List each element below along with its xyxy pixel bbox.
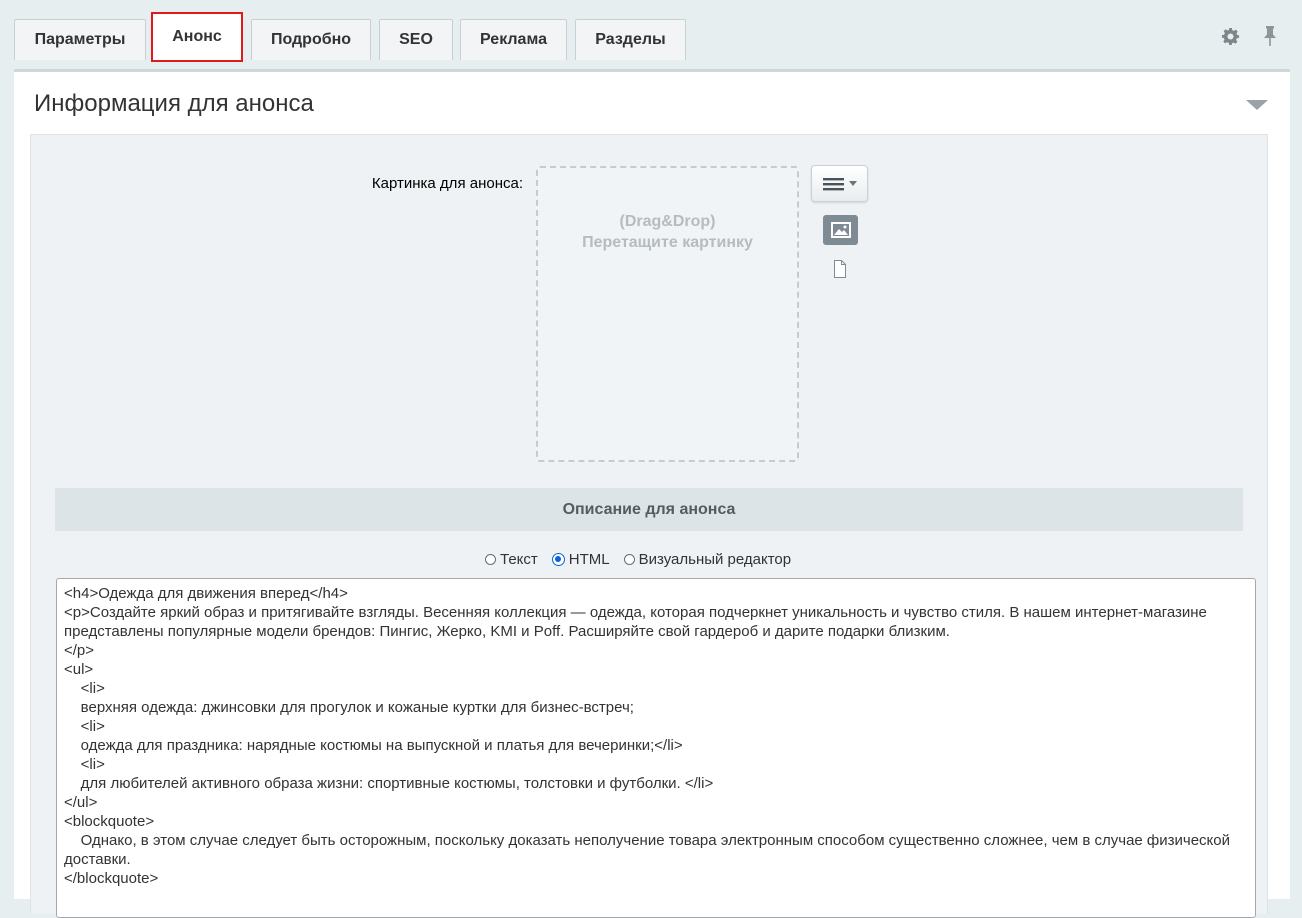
mode-text-radio[interactable] bbox=[485, 554, 496, 565]
hamburger-icon bbox=[822, 177, 844, 190]
tab-advertising[interactable]: Реклама bbox=[460, 19, 567, 60]
mode-text-option[interactable]: Текст bbox=[485, 551, 538, 568]
description-header: Описание для анонса bbox=[55, 488, 1243, 531]
tabs-bar: Параметры Анонс Подробно SEO Реклама Раз… bbox=[0, 0, 1302, 70]
description-html-editor[interactable]: <h4>Одежда для движения вперед</h4> <p>С… bbox=[56, 578, 1256, 918]
mode-visual-label: Визуальный редактор bbox=[638, 551, 792, 568]
description-mode-switch: Текст HTML Визуальный редактор bbox=[485, 551, 805, 568]
mode-html-option[interactable]: HTML bbox=[551, 551, 610, 568]
image-field-label: Картинка для анонса: bbox=[371, 175, 523, 192]
section-title: Информация для анонса bbox=[34, 90, 314, 117]
mode-html-label: HTML bbox=[568, 551, 610, 568]
collapse-arrow-icon[interactable] bbox=[1246, 100, 1268, 110]
dropzone-hint-line2: Перетащите картинку bbox=[582, 234, 753, 251]
tab-sections[interactable]: Разделы bbox=[575, 19, 686, 60]
mode-text-label: Текст bbox=[500, 551, 538, 568]
pin-icon[interactable] bbox=[1260, 24, 1280, 48]
tab-seo[interactable]: SEO bbox=[379, 19, 453, 60]
announcement-panel: Информация для анонса Картинка для анонс… bbox=[14, 69, 1290, 918]
image-menu-button[interactable] bbox=[811, 165, 868, 202]
image-upload-button[interactable] bbox=[823, 215, 858, 245]
mode-html-radio[interactable] bbox=[551, 553, 565, 566]
dropzone-hint-line1: (Drag&Drop) bbox=[619, 213, 716, 230]
image-icon bbox=[830, 222, 851, 238]
file-icon bbox=[834, 260, 846, 278]
mode-visual-option[interactable]: Визуальный редактор bbox=[623, 551, 792, 568]
section-body: Картинка для анонса: (Drag&Drop) Перетащ… bbox=[30, 134, 1268, 918]
tab-tools bbox=[1220, 24, 1280, 48]
tab-announcement[interactable]: Анонс bbox=[151, 12, 243, 62]
tab-parameters[interactable]: Параметры bbox=[14, 19, 146, 60]
file-upload-button[interactable] bbox=[832, 259, 848, 279]
gear-icon[interactable] bbox=[1220, 24, 1240, 48]
image-dropzone[interactable]: (Drag&Drop) Перетащите картинку bbox=[536, 166, 799, 462]
chevron-down-icon bbox=[848, 181, 857, 186]
tab-details[interactable]: Подробно bbox=[251, 19, 371, 60]
mode-visual-radio[interactable] bbox=[623, 554, 635, 565]
